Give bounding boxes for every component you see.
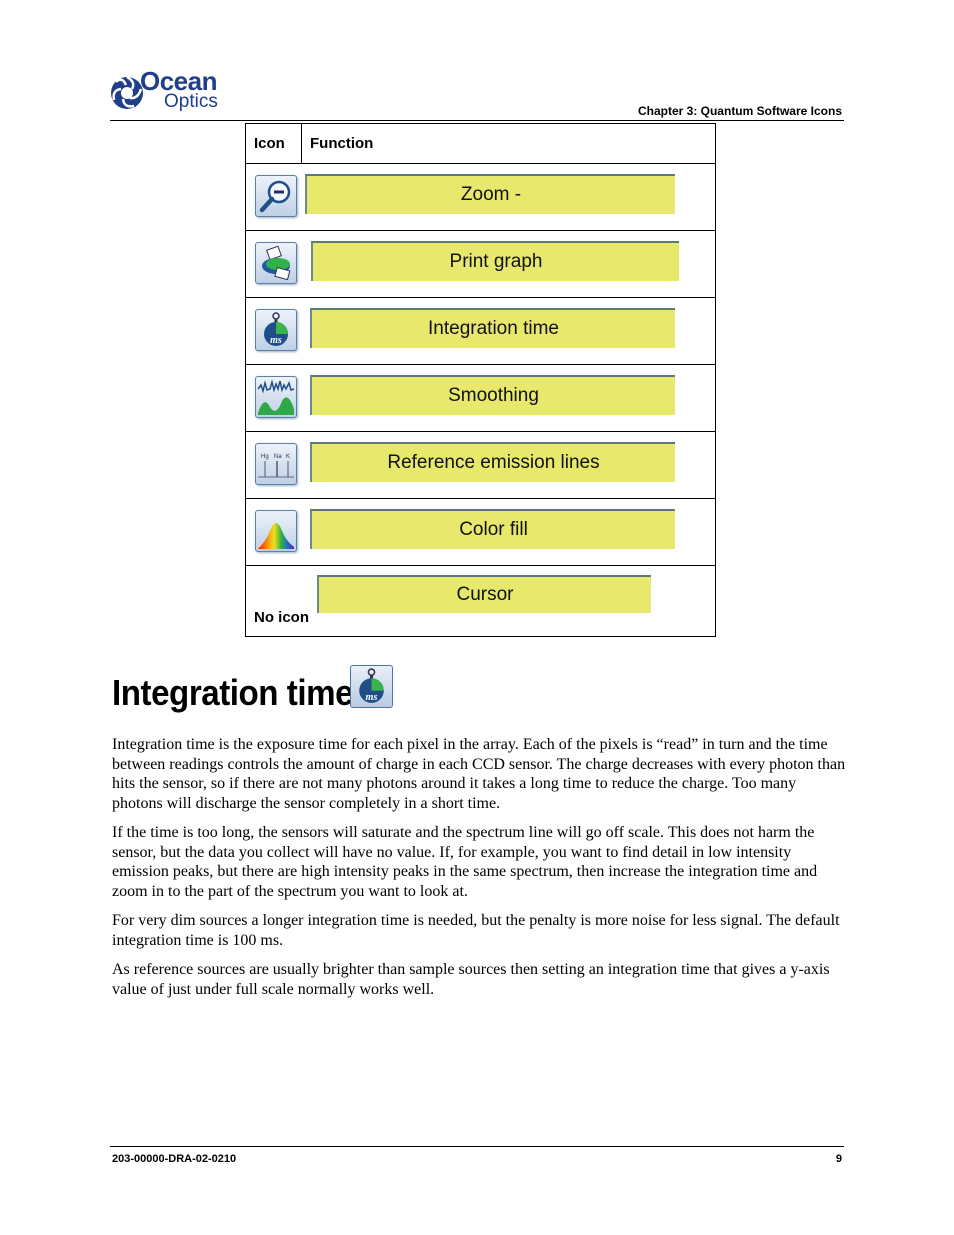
logo-text-optics: Optics bbox=[164, 91, 218, 112]
icon-label-na: Na bbox=[274, 454, 282, 460]
header-divider bbox=[110, 120, 844, 121]
function-label-smoothing: Smoothing bbox=[310, 375, 675, 415]
paragraph-exposure: Integration time is the exposure time fo… bbox=[112, 736, 846, 812]
column-header-function: Function bbox=[301, 123, 716, 164]
no-icon-text: No icon bbox=[254, 609, 309, 626]
page-number: 9 bbox=[835, 1153, 842, 1165]
table-row: Smoothing bbox=[245, 364, 716, 432]
table-row: Hg Na K Reference emission lines bbox=[245, 431, 716, 499]
svg-text:ms: ms bbox=[366, 692, 378, 703]
table-row: Color fill bbox=[245, 498, 716, 566]
table-header-row: Icon Function bbox=[245, 123, 716, 164]
icon-label-hg: Hg bbox=[261, 454, 269, 460]
swirl-logo-icon bbox=[111, 75, 143, 109]
function-label-zoom-out: Zoom - bbox=[305, 174, 675, 214]
document-id: 203-00000-DRA-02-0210 bbox=[112, 1153, 237, 1165]
function-label-reference-emission-lines: Reference emission lines bbox=[310, 442, 675, 482]
emission-lines-icon: Hg Na K bbox=[255, 443, 297, 485]
stopwatch-ms-icon: ms bbox=[350, 665, 393, 708]
table-row: ms Integration time bbox=[245, 297, 716, 365]
paragraph-dim-sources: For very dim sources a longer integratio… bbox=[112, 912, 840, 949]
stopwatch-ms-icon: ms bbox=[255, 309, 297, 351]
color-fill-icon bbox=[255, 510, 297, 552]
icon-label-k: K bbox=[286, 454, 290, 460]
paragraph-saturation: If the time is too long, the sensors wil… bbox=[112, 824, 818, 900]
smoothing-icon bbox=[255, 376, 297, 418]
table-row: No icon Cursor bbox=[245, 565, 716, 637]
paragraph-reference-sources: As reference sources are usually brighte… bbox=[112, 961, 830, 998]
function-label-integration-time: Integration time bbox=[310, 308, 675, 348]
function-label-print-graph: Print graph bbox=[311, 241, 679, 281]
ocean-optics-logo: Ocean Optics bbox=[110, 68, 230, 116]
chapter-heading: Chapter 3: Quantum Software Icons bbox=[637, 104, 842, 118]
table-row: Zoom - bbox=[245, 163, 716, 231]
svg-text:ms: ms bbox=[270, 335, 282, 346]
icons-table: Icon Function Zoom - Print graph ms Inte… bbox=[245, 123, 716, 637]
function-label-cursor: Cursor bbox=[317, 575, 651, 613]
print-icon bbox=[255, 242, 297, 284]
function-label-color-fill: Color fill bbox=[310, 509, 675, 549]
footer-divider bbox=[110, 1146, 844, 1147]
section-title: Integration time bbox=[112, 672, 354, 713]
column-header-icon: Icon bbox=[245, 123, 302, 164]
zoom-out-icon bbox=[255, 175, 297, 217]
table-row: Print graph bbox=[245, 230, 716, 298]
